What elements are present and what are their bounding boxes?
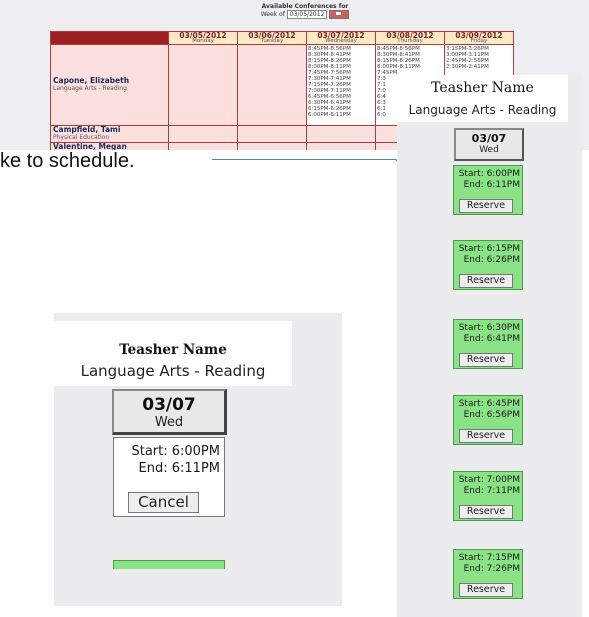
- slot-start: Start: 6:00PM: [458, 169, 520, 179]
- slot-end: End: 6:41PM: [463, 334, 520, 344]
- cancel-button[interactable]: Cancel: [128, 492, 199, 513]
- reserve-button[interactable]: Reserve: [459, 505, 513, 519]
- reserve-panel: Teasher Name Language Arts - Reading 03/…: [397, 75, 582, 617]
- teacher-cell: Capone, Elizabeth Language Arts - Readin…: [50, 44, 169, 126]
- time-slot: Start: 6:45PM End: 6:56PM Reserve: [453, 395, 523, 445]
- teacher-name: Teasher Name: [431, 80, 534, 96]
- time-slot: Start: 6:00PM End: 6:11PM Reserve: [453, 165, 523, 215]
- slot-start: Start: 6:00PM: [131, 444, 220, 459]
- time-entry[interactable]: 2:30PM-2:41PM: [446, 64, 512, 70]
- slot-end: End: 6:11PM: [138, 461, 220, 476]
- day-cell: [237, 142, 307, 150]
- instruction-text: ke to schedule.: [0, 150, 135, 172]
- weekday-label: Wed: [479, 145, 499, 155]
- reserved-slot: Start: 6:00PM End: 6:11PM Cancel: [113, 437, 225, 517]
- day-header: 03/08/2012 Thursday: [375, 31, 445, 45]
- day-cell: [237, 125, 307, 143]
- time-slot: Start: 6:15PM End: 6:26PM Reserve: [453, 240, 523, 290]
- teacher-name: Campfield, Tami: [53, 125, 121, 134]
- day-cell: [237, 44, 307, 126]
- reserve-button[interactable]: Reserve: [459, 429, 513, 443]
- time-slot: Start: 7:00PM End: 7:11PM Reserve: [453, 471, 523, 521]
- day-cell: [168, 125, 238, 143]
- slot-end: End: 6:26PM: [463, 255, 520, 265]
- slot-end: End: 6:56PM: [463, 410, 520, 420]
- time-entry[interactable]: 6:00PM-6:11PM: [308, 112, 374, 118]
- day-header: 03/07/2012 Wednesday: [306, 31, 376, 45]
- date-label: 03/07: [471, 132, 507, 145]
- date-header: 03/07 Wed: [454, 128, 524, 161]
- slot-end: End: 6:11PM: [463, 180, 520, 190]
- schedule-title: Available Conferences for: [261, 3, 349, 10]
- callout-line: [212, 159, 395, 160]
- time-slot: Start: 6:30PM End: 6:41PM Reserve: [453, 319, 523, 369]
- slot-start: Start: 7:15PM: [458, 553, 520, 563]
- date-label: 03/07: [142, 395, 196, 415]
- teacher-cell: Campfield, Tami Physical Education: [50, 125, 169, 143]
- teacher-subject: Language Arts - Reading: [53, 85, 127, 92]
- slot-start: Start: 7:00PM: [458, 475, 520, 485]
- reserve-button[interactable]: Reserve: [459, 353, 513, 367]
- reserve-button[interactable]: Reserve: [459, 583, 513, 597]
- reserve-button[interactable]: Reserve: [459, 199, 513, 213]
- time-slot: Start: 7:15PM End: 7:26PM Reserve: [453, 549, 523, 599]
- week-selector: Week of 03/05/2012: [195, 10, 415, 19]
- schedule-header: Available Conferences for Week of 03/05/…: [195, 3, 415, 19]
- day-cell: [168, 44, 238, 126]
- time-slot: [113, 560, 225, 569]
- table-header-row: 03/05/2012 Monday 03/06/2012 Tuesday 03/07…: [50, 31, 514, 45]
- teacher-header: Teasher Name Language Arts - Reading: [397, 75, 568, 122]
- cancel-panel: Teasher Name Language Arts - Reading 03/…: [54, 313, 342, 606]
- teacher-name: Teasher Name: [119, 342, 227, 358]
- week-prefix: Week of: [260, 11, 285, 18]
- day-header: 03/05/2012 Monday: [168, 31, 238, 45]
- reserve-button[interactable]: Reserve: [459, 274, 513, 288]
- day-header: 03/09/2012 Friday: [444, 31, 514, 45]
- day-cell: [306, 125, 376, 143]
- weekday-label: Wed: [154, 415, 184, 430]
- teacher-cell: Valentine, Megan: [50, 142, 169, 151]
- day-cell: [168, 142, 238, 150]
- week-input[interactable]: 03/05/2012: [286, 10, 328, 19]
- slot-start: Start: 6:15PM: [458, 244, 520, 254]
- teacher-header: Teasher Name Language Arts - Reading: [54, 321, 292, 386]
- calendar-icon[interactable]: [329, 10, 350, 19]
- teacher-name: Valentine, Megan: [53, 142, 127, 151]
- day-cell: [306, 142, 376, 150]
- slot-end: End: 7:11PM: [463, 486, 520, 496]
- day-header: 03/06/2012 Tuesday: [237, 31, 307, 45]
- teacher-name: Capone, Elizabeth: [53, 76, 130, 85]
- date-header: 03/07 Wed: [112, 389, 227, 435]
- slot-start: Start: 6:30PM: [458, 323, 520, 333]
- teacher-subject: Language Arts - Reading: [80, 362, 266, 380]
- teacher-subject: Physical Education: [53, 134, 110, 141]
- slot-end: End: 7:26PM: [463, 564, 520, 574]
- times-cell-wednesday: 8:45PM-8:56PM 8:30PM-8:41PM 8:15PM-8:26PM 8…: [306, 44, 376, 126]
- table-corner: [50, 31, 169, 45]
- slot-start: Start: 6:45PM: [458, 399, 520, 409]
- teacher-subject: Language Arts - Reading: [408, 103, 557, 117]
